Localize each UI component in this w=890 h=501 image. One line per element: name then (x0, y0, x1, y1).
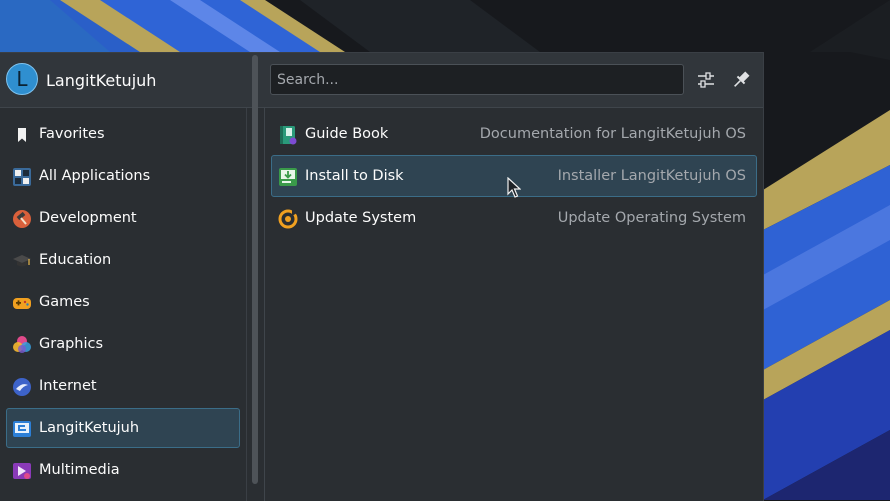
all-applications-icon (13, 168, 31, 186)
pin-icon (734, 71, 750, 87)
category-development[interactable]: Development (6, 198, 240, 238)
category-multimedia[interactable]: Multimedia (6, 450, 240, 490)
app-name: Guide Book (305, 126, 389, 142)
hammer-icon (13, 210, 31, 228)
app-name: Install to Disk (305, 168, 404, 184)
configure-button[interactable] (693, 67, 719, 93)
category-label: All Applications (39, 168, 151, 184)
category-label: Multimedia (39, 462, 120, 478)
category-label: Development (39, 210, 137, 226)
application-launcher: L LangitKetujuh Search... Favorites All … (0, 52, 764, 501)
mouse-pointer-icon (507, 177, 521, 198)
gamepad-icon (13, 298, 31, 309)
pin-button[interactable] (728, 67, 754, 93)
app-update-system[interactable]: Update System Update Operating System (271, 197, 757, 239)
category-all-applications[interactable]: All Applications (6, 156, 240, 196)
configure-icon (698, 72, 714, 88)
category-favorites[interactable]: Favorites (6, 114, 240, 154)
category-langitketujuh[interactable]: LangitKetujuh (6, 408, 240, 448)
guide-book-icon (280, 126, 297, 145)
category-sidebar: Favorites All Applications Development E… (0, 108, 246, 501)
update-system-icon (278, 209, 298, 229)
category-label: LangitKetujuh (39, 420, 140, 436)
category-label: Games (39, 294, 90, 310)
graphics-icon (13, 336, 31, 353)
category-internet[interactable]: Internet (6, 366, 240, 406)
graduation-cap-icon (13, 255, 31, 267)
app-description: Documentation for LangitKetujuh OS (479, 126, 746, 142)
category-graphics[interactable]: Graphics (6, 324, 240, 364)
install-disk-icon (279, 168, 297, 186)
sidebar-scrollbar[interactable] (252, 55, 258, 485)
category-education[interactable]: Education (6, 240, 240, 280)
app-description: Update Operating System (557, 210, 746, 226)
application-list: Guide Book Documentation for LangitKetuj… (265, 108, 763, 501)
category-label: Graphics (39, 336, 104, 352)
scrollbar-thumb[interactable] (252, 55, 258, 484)
internet-icon (13, 378, 31, 396)
user-name: LangitKetujuh (46, 71, 157, 90)
app-description: Installer LangitKetujuh OS (557, 168, 746, 184)
category-label: Education (39, 252, 112, 268)
category-label: Internet (39, 378, 97, 394)
multimedia-icon (13, 463, 31, 479)
search-input[interactable] (270, 64, 684, 95)
category-games[interactable]: Games (6, 282, 240, 322)
category-label: Favorites (39, 126, 105, 142)
app-guide-book[interactable]: Guide Book Documentation for LangitKetuj… (271, 113, 757, 155)
app-name: Update System (305, 210, 417, 226)
sidebar-divider (246, 108, 247, 501)
launcher-header: L LangitKetujuh (0, 53, 763, 108)
bookmark-icon (18, 128, 26, 142)
user-avatar[interactable]: L (6, 63, 38, 95)
langitketujuh-icon (13, 421, 31, 437)
